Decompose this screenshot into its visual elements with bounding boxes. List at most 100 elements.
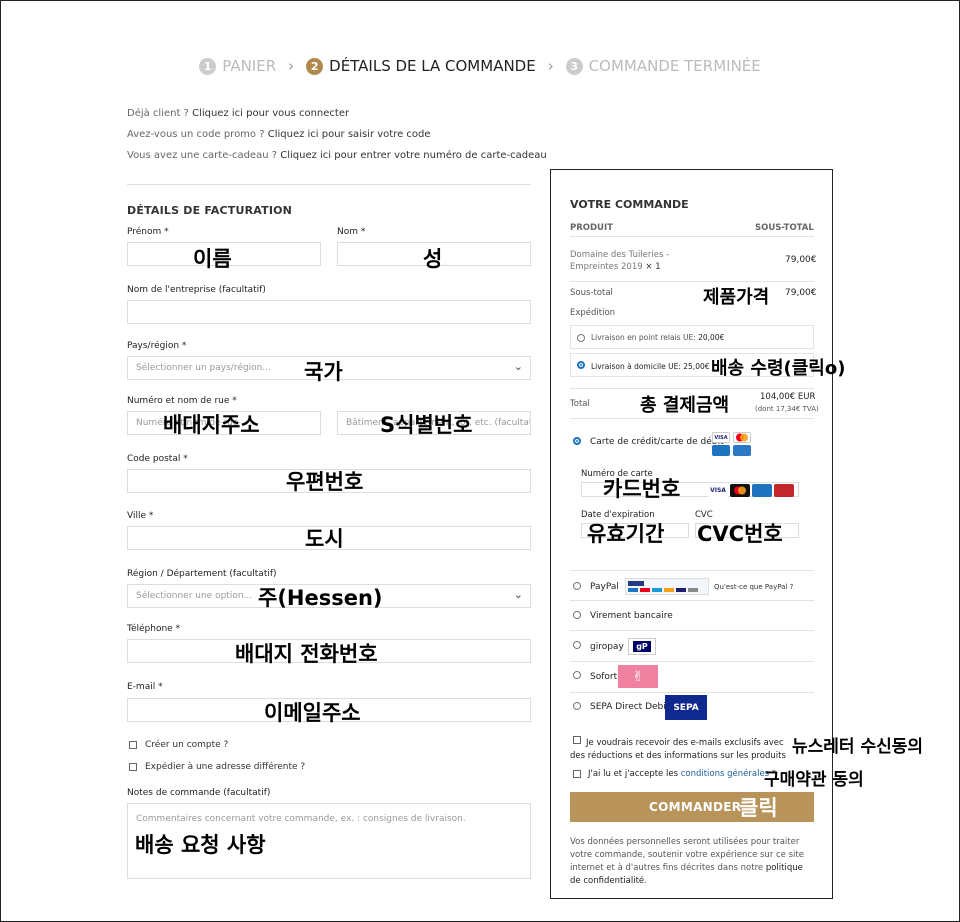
step-number: 3 (565, 57, 583, 75)
step-complete: 3 COMMANDE TERMINÉE (565, 57, 761, 75)
billing-heading: DÉTAILS DE FACTURATION (127, 204, 293, 217)
login-link[interactable]: Cliquez ici pour vous connecter (192, 108, 349, 119)
lastname-annotation: 성 (423, 247, 443, 271)
expiry-annotation: 유효기간 (587, 522, 665, 546)
gift-link[interactable]: Cliquez ici pour entrer votre numéro de … (280, 150, 547, 161)
shipping-relay-label: Livraison en point relais UE: 20,00€ (591, 333, 724, 342)
ship-option-text: Livraison à domicile UE: (591, 362, 681, 371)
divider (570, 661, 814, 662)
total-annotation: 총 결제금액 (640, 395, 730, 416)
virement-label: Virement bancaire (590, 611, 673, 621)
checkout-steps: 1 PANIER › 2 DÉTAILS DE LA COMMANDE › 3 … (0, 57, 960, 75)
ship-option-price: 25,00€ (683, 362, 710, 371)
giropay-radio[interactable] (573, 641, 581, 649)
terms-text: J'ai lu et j'accepte les (588, 769, 681, 779)
card-payment-label: Carte de crédit/carte de débit (590, 437, 724, 447)
card-payment-radio[interactable] (573, 437, 581, 445)
divider (570, 418, 814, 419)
sofort-radio[interactable] (573, 671, 581, 679)
giropay-label: giropay (590, 642, 624, 652)
step-label: DÉTAILS DE LA COMMANDE (329, 57, 536, 75)
phone-annotation: 배대지 전화번호 (235, 642, 378, 666)
virement-radio[interactable] (573, 611, 581, 619)
notice-text: Avez-vous un code promo ? (127, 129, 268, 140)
subtotal-label: Sous-total (570, 288, 613, 298)
cvc-annotation: CVC번호 (697, 522, 783, 546)
notice-text: Déjà client ? (127, 108, 193, 119)
divider (570, 236, 814, 237)
step-number: 2 (306, 57, 324, 75)
shipping-annotation: 배송 수령(클릭o) (711, 358, 846, 379)
divider (127, 184, 531, 185)
amex-logo (733, 445, 751, 456)
ship-option-price: 20,00€ (698, 333, 725, 342)
total-label: Total (570, 399, 590, 409)
divider (570, 630, 814, 631)
ship-option-text: Livraison en point relais UE: (591, 333, 696, 342)
gift-notice: Vous avez une carte-cadeau ? Cliquez ici… (127, 150, 547, 161)
chevron-right-icon: › (288, 57, 295, 75)
create-account-checkbox[interactable] (129, 741, 137, 749)
privacy-notice: Vos données personnelles seront utilisée… (570, 836, 814, 888)
login-notice: Déjà client ? Cliquez ici pour vous conn… (127, 108, 349, 119)
postcode-annotation: 우편번호 (286, 470, 364, 494)
col-subtotal: SOUS-TOTAL (755, 223, 814, 233)
postcode-label: Code postal * (127, 454, 188, 464)
step-label: COMMANDE TERMINÉE (588, 57, 761, 75)
shipping-home-radio[interactable] (577, 361, 585, 369)
visa-logo: VISA (712, 432, 730, 443)
notes-annotation: 배송 요청 사항 (135, 833, 266, 857)
newsletter-annotation: 뉴스레터 수신동의 (792, 737, 924, 757)
col-product: PRODUIT (570, 223, 613, 233)
subtotal-annotation: 제품가격 (703, 287, 770, 308)
paypal-radio[interactable] (573, 582, 581, 590)
step-cart[interactable]: 1 PANIER (199, 57, 276, 75)
terms-label: J'ai lu et j'accepte les conditions géné… (588, 769, 776, 779)
product-quantity: × 1 (645, 262, 661, 272)
company-input[interactable] (127, 300, 531, 324)
mastercard-logo (733, 432, 751, 443)
privacy-end: . (644, 876, 647, 886)
newsletter-label: Je voudrais recevoir des e-mails exclusi… (570, 738, 786, 761)
shipping-home-label: Livraison à domicile UE: 25,00€ (591, 362, 710, 371)
phone-label: Téléphone * (127, 624, 181, 634)
card-number-annotation: 카드번호 (603, 477, 681, 501)
firstname-label: Prénom * (127, 227, 169, 237)
shipping-relay-radio[interactable] (577, 334, 585, 342)
paypal-info-link[interactable]: Qu'est-ce que PayPal ? (714, 583, 793, 591)
notes-label: Notes de commande (facultatif) (127, 788, 271, 798)
notice-text: Vous avez une carte-cadeau ? (127, 150, 281, 161)
divider (570, 281, 814, 282)
ship-different-label: Expédier à une adresse différente ? (145, 762, 306, 772)
promo-link[interactable]: Cliquez ici pour saisir votre code (268, 129, 431, 140)
commander-annotation: 클릭 (739, 796, 778, 820)
divider (570, 692, 814, 693)
ship-different-checkbox[interactable] (129, 763, 137, 771)
subtotal-value: 79,00€ (785, 288, 817, 298)
sepa-logo: SEPA (665, 695, 707, 720)
region-label: Région / Département (facultatif) (127, 569, 277, 579)
giropay-logo-text: gP (633, 641, 651, 652)
sepa-radio[interactable] (573, 702, 581, 710)
giropay-logo: gP (628, 638, 656, 655)
create-account-label: Créer un compte ? (145, 740, 229, 750)
apartment-annotation: S식별번호 (380, 413, 473, 437)
promo-notice: Avez-vous un code promo ? Cliquez ici po… (127, 129, 431, 140)
chevron-right-icon: › (547, 57, 554, 75)
unionpay-logo (774, 484, 794, 497)
sofort-logo: ✌ (618, 665, 658, 688)
email-annotation: 이메일주소 (264, 701, 361, 725)
step-label: PANIER (222, 57, 277, 75)
city-annotation: 도시 (305, 527, 344, 551)
city-label: Ville * (127, 511, 154, 521)
country-annotation: 국가 (304, 360, 343, 384)
mastercard-logo (730, 484, 750, 497)
step-number: 1 (199, 57, 217, 75)
sofort-label: Sofort (590, 672, 618, 682)
terms-link[interactable]: conditions générales (681, 769, 769, 779)
step-details: 2 DÉTAILS DE LA COMMANDE (306, 57, 536, 75)
amex-logo (752, 484, 772, 497)
terms-checkbox[interactable] (573, 770, 581, 778)
firstname-annotation: 이름 (193, 247, 232, 271)
street-annotation: 배대지주소 (163, 413, 260, 437)
